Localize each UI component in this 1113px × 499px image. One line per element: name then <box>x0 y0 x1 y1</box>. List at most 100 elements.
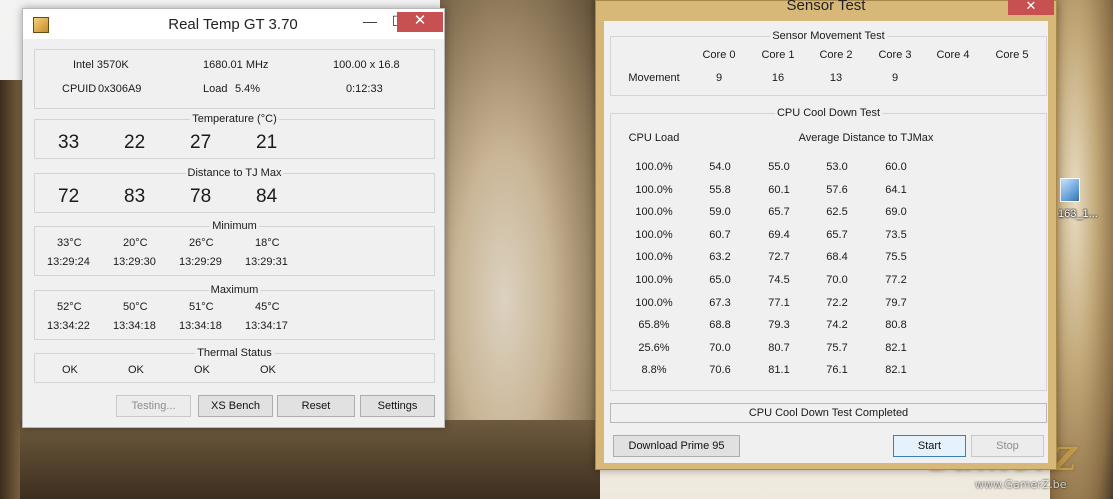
cpu-load-value: 100.0% <box>635 228 673 241</box>
wallpaper-right <box>1050 0 1113 499</box>
sensor-test-client: Sensor Movement Test Core 0 Core 1 Core … <box>604 21 1048 463</box>
thermometer-app-icon[interactable] <box>33 17 49 33</box>
core-header: Core 4 <box>936 49 970 61</box>
cpu-frequency: 1680.01 MHz <box>203 59 269 71</box>
min-time: 13:29:31 <box>245 256 288 268</box>
distance-value: 60.0 <box>885 161 907 173</box>
max-time: 13:34:17 <box>245 320 288 332</box>
distance-value: 64.1 <box>885 183 907 196</box>
wallpaper-bottom <box>20 420 600 499</box>
core-temperature: 22 <box>124 132 146 153</box>
min-temp: 26°C <box>189 237 214 249</box>
distance-value: 65.0 <box>709 274 731 286</box>
minimum-title: Minimum <box>210 220 259 232</box>
distance-value: 55.8 <box>709 183 731 196</box>
temperature-title: Temperature (°C) <box>190 113 279 125</box>
desktop-file-label[interactable]: 163_1... <box>1058 208 1113 224</box>
distance-value: 79.3 <box>768 319 790 332</box>
cpu-load-value: 100.0% <box>635 251 673 264</box>
thermal-status: OK <box>128 364 144 376</box>
window-title: Real Temp GT 3.70 <box>168 16 298 33</box>
distance-value: 80.8 <box>885 319 907 332</box>
testing-button[interactable]: Testing... <box>116 395 191 417</box>
min-temp: 18°C <box>255 237 280 249</box>
min-temp: 33°C <box>57 237 82 249</box>
distance-value: 63.2 <box>709 251 731 264</box>
movement-value: 9 <box>891 72 899 84</box>
cpu-load-value: 100.0% <box>635 206 673 219</box>
desktop-file-icon[interactable] <box>1060 178 1080 202</box>
distance-value: 75.7 <box>826 341 848 354</box>
max-time: 13:34:22 <box>47 320 90 332</box>
temperature-panel: Temperature (°C) 33 22 27 21 <box>34 113 435 159</box>
distance-value: 62.5 <box>826 206 848 219</box>
load-label: Load <box>203 83 228 95</box>
max-time: 13:34:18 <box>113 320 156 332</box>
thermal-status: OK <box>260 364 276 376</box>
maximum-panel: Maximum 52°C 50°C 51°C 45°C 13:34:22 13:… <box>34 284 435 340</box>
core-header: Core 0 <box>702 49 736 61</box>
movement-title: Sensor Movement Test <box>770 30 887 42</box>
core-temperature: 21 <box>256 132 278 153</box>
distance-value: 74.2 <box>826 319 848 332</box>
core-distance: 78 <box>190 186 212 207</box>
cpu-load-header: CPU Load <box>628 132 680 144</box>
realtemp-titlebar[interactable]: Real Temp GT 3.70 — ☐ ✕ <box>23 9 444 39</box>
distance-value: 69.4 <box>768 228 790 241</box>
distance-value: 60.7 <box>709 228 731 241</box>
stop-button[interactable]: Stop <box>971 435 1044 457</box>
distance-value: 75.5 <box>885 251 907 264</box>
settings-button[interactable]: Settings <box>360 395 435 417</box>
minimize-button[interactable]: — <box>356 12 384 32</box>
download-prime95-button[interactable]: Download Prime 95 <box>613 435 740 457</box>
movement-value: 9 <box>715 72 723 84</box>
distance-value: 70.0 <box>709 341 731 354</box>
close-button[interactable]: ✕ <box>397 12 443 32</box>
min-time: 13:29:24 <box>47 256 90 268</box>
close-button[interactable]: ✕ <box>1008 0 1054 15</box>
cpu-load-value: 25.6% <box>638 341 670 354</box>
distance-value: 77.2 <box>885 274 907 286</box>
distance-value: 60.1 <box>768 183 790 196</box>
distance-value: 57.6 <box>826 183 848 196</box>
thermal-status: OK <box>62 364 78 376</box>
xs-bench-button[interactable]: XS Bench <box>198 395 273 417</box>
distance-value: 54.0 <box>709 161 731 173</box>
distance-value: 68.4 <box>826 251 848 264</box>
core-header: Core 5 <box>995 49 1029 61</box>
core-header: Core 1 <box>761 49 795 61</box>
watermark-url: www.GamerZ.be <box>975 478 1067 491</box>
min-time: 13:29:29 <box>179 256 222 268</box>
distance-value: 74.5 <box>768 274 790 286</box>
distance-value: 72.7 <box>768 251 790 264</box>
cool-down-panel: CPU Cool Down Test CPU Load Average Dist… <box>610 107 1047 391</box>
max-temp: 45°C <box>255 301 280 313</box>
distance-value: 82.1 <box>885 364 907 377</box>
core-distance: 72 <box>58 186 80 207</box>
cpu-load-value: 8.8% <box>641 364 667 377</box>
distance-title: Distance to TJ Max <box>185 167 284 179</box>
distance-panel: Distance to TJ Max 72 83 78 84 <box>34 167 435 213</box>
window-title: Sensor Test <box>786 0 866 14</box>
max-temp: 50°C <box>123 301 148 313</box>
cool-down-title: CPU Cool Down Test <box>774 107 883 119</box>
max-temp: 52°C <box>57 301 82 313</box>
core-distance: 83 <box>124 186 146 207</box>
core-temperature: 33 <box>58 132 80 153</box>
start-button[interactable]: Start <box>893 435 966 457</box>
distance-value: 70.6 <box>709 364 731 377</box>
core-header: Core 2 <box>819 49 853 61</box>
min-temp: 20°C <box>123 237 148 249</box>
distance-value: 65.7 <box>768 206 790 219</box>
thermal-status: OK <box>194 364 210 376</box>
cpu-load-value: 100.0% <box>635 296 673 309</box>
min-time: 13:29:30 <box>113 256 156 268</box>
thermal-status-title: Thermal Status <box>195 347 274 359</box>
movement-value: 16 <box>771 72 785 84</box>
max-temp: 51°C <box>189 301 214 313</box>
reset-button[interactable]: Reset <box>277 395 355 417</box>
cpu-load-value: 100.0% <box>635 274 673 286</box>
distance-value: 80.7 <box>768 341 790 354</box>
movement-value: 13 <box>829 72 843 84</box>
distance-value: 81.1 <box>768 364 790 377</box>
